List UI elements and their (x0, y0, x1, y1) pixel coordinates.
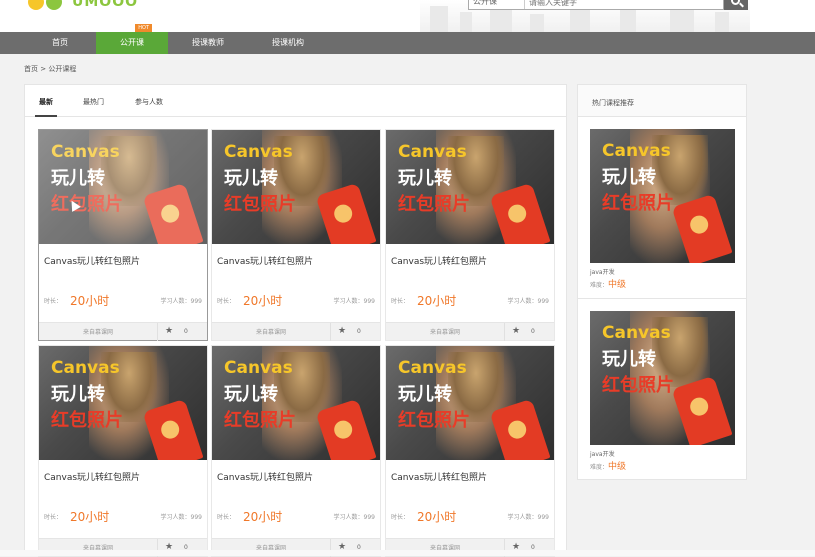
logo-dot-green (46, 0, 62, 10)
tab-newest[interactable]: 最新 (35, 97, 57, 117)
search-input[interactable] (529, 0, 719, 8)
course-card[interactable]: Canvas 玩儿转 红包照片 Canvas玩儿转红包照片时长： 20小时 学习人数：99… (385, 345, 555, 557)
course-title[interactable]: Canvas玩儿转红包照片 (217, 254, 313, 267)
course-category: java开发 (590, 269, 615, 276)
card-footer: 来自慕课网 ★ 0 (212, 322, 380, 341)
duration-label: 时长： (391, 514, 410, 521)
sidebar-title: 热门课程推荐 (592, 99, 634, 107)
search-box: 公开课 (468, 0, 724, 10)
course-card[interactable]: Canvas 玩儿转 红包照片 Canvas玩儿转红包照片时长： 20小时 学习人数：99… (385, 129, 555, 341)
duration-label: 时长： (217, 298, 236, 305)
top-header: UMOOO 公开课 (0, 0, 815, 32)
course-title[interactable]: Canvas玩儿转红包照片 (44, 470, 140, 483)
card-footer: 来自慕课网 ★ 0 (386, 322, 554, 341)
duration-label: 时长： (44, 514, 63, 521)
nav-item-label: 公开课 (120, 38, 144, 47)
hot-badge: HOT (135, 24, 152, 32)
sort-tabs: 最新 最热门 参与人数 (25, 85, 566, 117)
course-category: java开发 (590, 451, 615, 458)
red-envelope-icon (142, 182, 204, 244)
site-logo[interactable]: UMOOO (28, 0, 138, 10)
students-count: 学习人数：999 (160, 298, 202, 305)
duration-label: 时长： (391, 298, 410, 305)
nav-item-institutions[interactable]: 授课机构 (248, 32, 328, 54)
course-thumbnail[interactable]: Canvas 玩儿转 红包照片 (590, 129, 735, 263)
course-thumbnail[interactable]: Canvas 玩儿转 红包照片 (212, 130, 380, 244)
course-title[interactable]: Canvas玩儿转红包照片 (391, 470, 487, 483)
course-meta: 时长： 20小时 学习人数：999 (44, 292, 202, 308)
favorite-star-icon[interactable]: ★ (512, 326, 520, 336)
duration-value: 20小时 (243, 510, 283, 524)
mouse-cursor-icon (67, 198, 81, 212)
hot-courses-sidebar: 热门课程推荐 Canvas 玩儿转 红包照片 java开发 难度：中级 Canv… (577, 84, 747, 480)
main-nav: 首页 公开课 HOT 授课教师 授课机构 (0, 24, 815, 54)
students-count: 学习人数：999 (507, 514, 549, 521)
course-card[interactable]: Canvas 玩儿转 红包照片 Canvas玩儿转红包照片时长： 20小时 学习人数：99… (38, 345, 208, 557)
favorite-star-icon[interactable]: ★ (165, 326, 173, 336)
course-meta: 时长： 20小时 学习人数：999 (391, 508, 549, 524)
nav-item-teachers[interactable]: 授课教师 (168, 32, 248, 54)
students-count: 学习人数：999 (160, 514, 202, 521)
course-source: 来自慕课网 (82, 329, 113, 336)
course-thumbnail[interactable]: Canvas 玩儿转 红包照片 (386, 130, 554, 244)
sidebar-header: 热门课程推荐 (578, 85, 746, 117)
tab-participants[interactable]: 参与人数 (135, 97, 163, 107)
students-count: 学习人数：999 (507, 298, 549, 305)
course-card[interactable]: Canvas 玩儿转 红包照片 Canvas玩儿转红包照片时长： 20小时 学习人数：99… (211, 345, 381, 557)
duration-value: 20小时 (417, 510, 457, 524)
course-thumbnail[interactable]: Canvas 玩儿转 红包照片 (212, 346, 380, 460)
course-level: 难度：中级 (590, 462, 627, 472)
course-thumbnail[interactable]: Canvas 玩儿转 红包照片 (590, 311, 735, 445)
course-meta: 时长： 20小时 学习人数：999 (391, 292, 549, 308)
logo-text: UMOOO (72, 0, 139, 10)
duration-label: 时长： (44, 298, 63, 305)
course-source: 来自慕课网 (255, 329, 286, 336)
course-meta: 时长： 20小时 学习人数：999 (217, 292, 375, 308)
course-thumbnail[interactable]: Canvas 玩儿转 红包照片 (39, 346, 207, 460)
nav-item-home[interactable]: 首页 (24, 32, 96, 54)
students-count: 学习人数：999 (333, 298, 375, 305)
duration-value: 20小时 (70, 510, 110, 524)
breadcrumb[interactable]: 首页 > 公开课程 (24, 64, 76, 74)
nav-item-open-courses[interactable]: 公开课 HOT (96, 24, 168, 54)
search-scope-select[interactable]: 公开课 (469, 0, 525, 9)
course-meta: 时长： 20小时 学习人数：999 (44, 508, 202, 524)
course-thumbnail[interactable]: Canvas 玩儿转 红包照片 (386, 346, 554, 460)
favorite-count: 0 (184, 328, 188, 335)
course-card[interactable]: Canvas 玩儿转 红包照片 Canvas玩儿转红包照片时长： 20小时 学习人数：99… (38, 129, 208, 341)
course-card[interactable]: Canvas 玩儿转 红包照片 Canvas玩儿转红包照片时长： 20小时 学习人数：99… (211, 129, 381, 341)
course-title[interactable]: Canvas玩儿转红包照片 (391, 254, 487, 267)
logo-dot-yellow (28, 0, 44, 10)
course-source: 来自慕课网 (429, 329, 460, 336)
duration-value: 20小时 (70, 294, 110, 308)
course-title[interactable]: Canvas玩儿转红包照片 (44, 254, 140, 267)
search-button[interactable] (724, 0, 748, 10)
course-title[interactable]: Canvas玩儿转红包照片 (217, 470, 313, 483)
course-list-panel: 最新 最热门 参与人数 Canvas 玩儿转 红包照片 Canvas玩儿转红包照片 时长… (24, 84, 567, 557)
duration-label: 时长： (217, 514, 236, 521)
course-level: 难度：中级 (590, 280, 627, 290)
favorite-count: 0 (357, 328, 361, 335)
favorite-count: 0 (531, 328, 535, 335)
students-count: 学习人数：999 (333, 514, 375, 521)
favorite-star-icon[interactable]: ★ (338, 326, 346, 336)
duration-value: 20小时 (417, 294, 457, 308)
course-thumbnail[interactable]: Canvas 玩儿转 红包照片 (39, 130, 207, 244)
duration-value: 20小时 (243, 294, 283, 308)
card-footer: 来自慕课网 ★ 0 (39, 322, 207, 341)
course-meta: 时长： 20小时 学习人数：999 (217, 508, 375, 524)
tab-hottest[interactable]: 最热门 (83, 97, 104, 107)
